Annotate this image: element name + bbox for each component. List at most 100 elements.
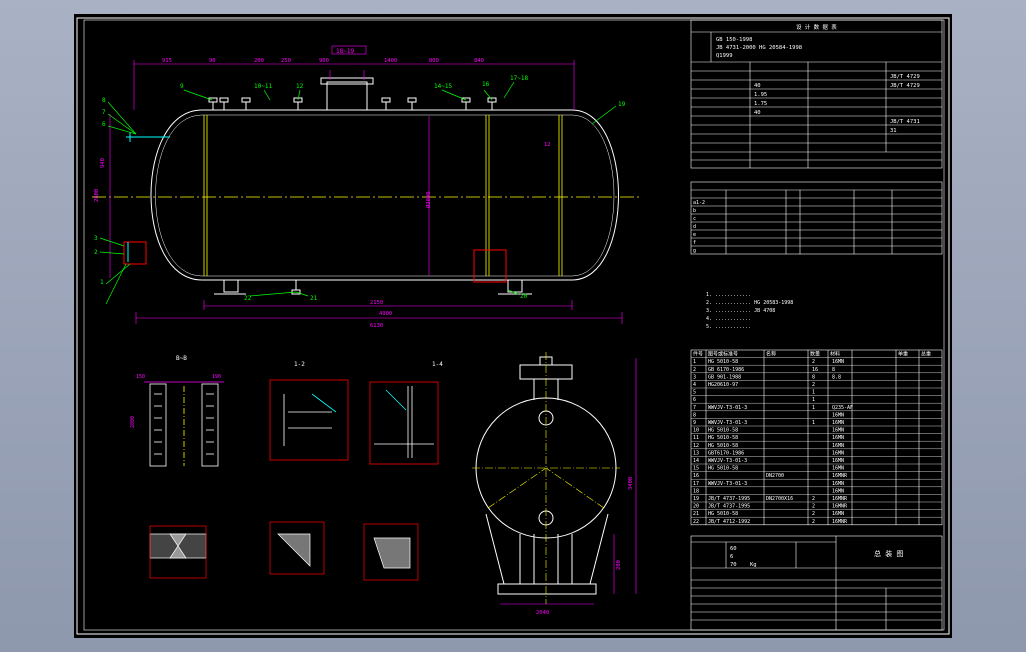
title-weight-3: Kg <box>750 562 757 568</box>
note-0: 1. ............ <box>706 292 751 298</box>
callout-left-0: 8 <box>102 97 106 104</box>
parts-cell: 1 <box>812 397 815 403</box>
callout-left-2: 6 <box>102 121 106 128</box>
dim-top-1: 90 <box>209 58 216 64</box>
parts-header: 材料 <box>830 351 840 358</box>
design-standard-2: Q1999 <box>716 53 733 59</box>
dim-top-7: 840 <box>474 58 484 64</box>
parts-header: 单重 <box>898 351 908 358</box>
left-head <box>150 109 203 281</box>
parts-cell: 2 <box>693 367 696 373</box>
dim-top-2: 200 <box>254 58 264 64</box>
parts-cell: 16MN <box>832 481 844 487</box>
callout-bottom-1: 21 <box>310 295 318 302</box>
parts-cell: 16MN <box>832 488 844 494</box>
parts-cell: HG 5010-58 <box>708 359 738 365</box>
note-1: 2. ............ HG 20583-1998 <box>706 300 793 306</box>
right-head <box>571 109 619 281</box>
saddle-left <box>223 279 239 293</box>
parts-cell: DN2700X16 <box>766 496 793 502</box>
callout-left-4: 2 <box>94 249 98 256</box>
design-row-3-b: 1.75 <box>754 101 767 107</box>
parts-cell: 9 <box>693 420 696 426</box>
dim-top-3: 250 <box>281 58 291 64</box>
parts-cell: 5 <box>693 390 696 396</box>
section-bb <box>144 381 224 467</box>
parts-cell: 17 <box>693 481 699 487</box>
title-weight-0: 60 <box>730 546 737 552</box>
parts-cell: 7 <box>693 405 696 411</box>
top-dimension-labels: 915 90 200 250 900 1400 800 840 <box>162 58 484 64</box>
design-row-1-d: JB/T 4729 <box>890 83 920 89</box>
parts-cell: GBT6170-1986 <box>708 450 744 456</box>
callout-left-3: 3 <box>94 235 98 242</box>
design-table-title: 设 计 数 据 表 <box>796 23 837 31</box>
drawing-sheet[interactable]: 915 90 200 250 900 1400 800 840 2150 490… <box>74 14 952 638</box>
parts-cell: HG20610-97 <box>708 382 738 388</box>
parts-cell: 12 <box>693 443 699 449</box>
nozzle-row-4: e <box>693 232 696 238</box>
parts-cell: 1 <box>812 405 815 411</box>
section-box-b <box>473 249 507 283</box>
dim-left-0: 940 <box>100 158 106 168</box>
parts-cell: 16MN <box>832 443 844 449</box>
end-view-dim-height: 3400 <box>628 477 634 490</box>
note-3: 4. ............ <box>706 316 751 322</box>
weld-details <box>149 521 419 581</box>
parts-cell: 3 <box>693 374 696 380</box>
dim-mid-0: 12 <box>544 142 551 148</box>
note-4: 5. ............ <box>706 324 751 330</box>
manway-nozzle <box>326 81 368 111</box>
parts-header: 图号或标准号 <box>708 351 738 358</box>
section-1-2 <box>269 379 349 461</box>
dim-bottom-1: 4900 <box>379 311 392 317</box>
parts-cell: Q235-AF <box>832 405 853 411</box>
cad-viewer-background: 915 90 200 250 900 1400 800 840 2150 490… <box>0 0 1026 652</box>
parts-cell: 13 <box>693 450 699 456</box>
parts-cell: 16 <box>693 473 699 479</box>
parts-cell: 16MNR <box>832 504 848 510</box>
parts-header: 总重 <box>921 351 931 358</box>
inner-border <box>83 19 945 631</box>
note-2: 3. ............ JB 4708 <box>706 308 775 314</box>
parts-cell: 16MN <box>832 435 844 441</box>
nozzle-tag-top: 18~19 <box>336 48 354 55</box>
nozzle-row-5: f <box>693 240 696 246</box>
dim-top-5: 1400 <box>384 58 397 64</box>
title-block-name: 总 装 图 <box>874 549 903 558</box>
dimensions <box>109 60 623 324</box>
section-bb-dim-0: 150 <box>136 374 145 380</box>
parts-cell: 11 <box>693 435 699 441</box>
dim-mid-1: Ø2800 <box>425 191 432 208</box>
parts-cell: 22 <box>693 519 699 525</box>
parts-cell: 1 <box>812 420 815 426</box>
parts-cell: HG 5010-58 <box>708 435 738 441</box>
parts-cell: 18 <box>693 488 699 494</box>
parts-cell: WWVJV-T3-01-3 <box>708 458 747 464</box>
design-row-6-d: 31 <box>890 128 897 134</box>
parts-cell: 8 <box>693 412 696 418</box>
parts-cell: 19 <box>693 496 699 502</box>
nozzle-row-3: d <box>693 224 696 230</box>
dim-top-6: 800 <box>429 58 439 64</box>
parts-cell: 16MN <box>832 511 844 517</box>
callout-bottom-2: 20 <box>520 293 528 300</box>
parts-cell: HG 5010-58 <box>708 443 738 449</box>
parts-cell: GB 901-1988 <box>708 374 741 380</box>
parts-cell: 16MN <box>832 428 844 434</box>
callout-left-5: 1 <box>100 279 104 286</box>
section-bb-label: B~B <box>176 355 187 362</box>
nozzle-row-0: a1-2 <box>693 200 705 206</box>
design-row-2-b: 1.95 <box>754 92 767 98</box>
parts-cell: 15 <box>693 466 699 472</box>
parts-cell: 4 <box>693 382 696 388</box>
dim-bottom-2: 6130 <box>370 323 383 329</box>
design-row-5-d: JB/T 4731 <box>890 119 920 125</box>
parts-header: 数量 <box>810 351 820 358</box>
parts-cell: 16MNR <box>832 496 848 502</box>
callout-bottom-0: 22 <box>244 295 252 302</box>
parts-cell: JB/T 4737-1995 <box>708 504 750 510</box>
title-weight-1: 6 <box>730 554 733 560</box>
parts-cell: 8 <box>832 367 835 373</box>
parts-cell: 16 <box>812 367 818 373</box>
